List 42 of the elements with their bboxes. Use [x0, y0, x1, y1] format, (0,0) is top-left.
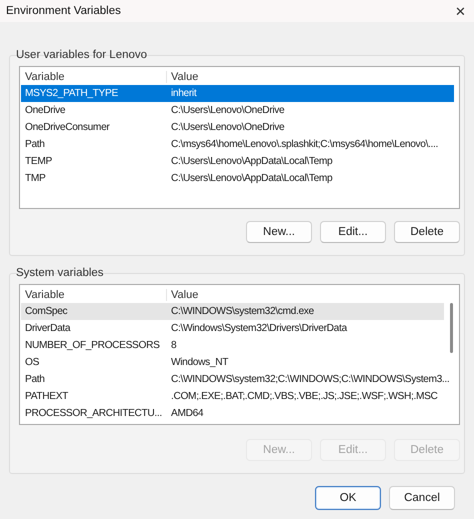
variable-name[interactable]: TEMP [21, 156, 167, 167]
variable-name[interactable]: Path [21, 139, 167, 150]
variable-value[interactable]: .COM;.EXE;.BAT;.CMD;.VBS;.VBE;.JS;.JSE;.WSF;.WSH;.MSC [167, 391, 444, 402]
variable-value[interactable]: C:\Users\Lenovo\OneDrive [167, 122, 454, 133]
variable-name[interactable]: OneDrive [21, 105, 167, 116]
variable-name[interactable]: PROCESSOR_ARCHITECTU... [21, 408, 167, 419]
push-button[interactable]: Delete [394, 221, 460, 243]
variable-name[interactable]: OneDriveConsumer [21, 122, 167, 133]
variable-name[interactable]: Path [21, 374, 167, 385]
variable-name: ComSpec [24, 306, 68, 317]
variable-value: inherit [170, 88, 198, 99]
variable-name[interactable]: TMP [21, 173, 167, 184]
variable-name[interactable]: OS [21, 357, 167, 368]
selected-row[interactable]: MSYS2_PATH_TYPE inherit [21, 85, 454, 102]
column-header[interactable]: Value [167, 70, 454, 82]
close-icon[interactable]: ✕ [455, 4, 466, 18]
variable-value[interactable]: 8 [167, 340, 444, 351]
variable-value[interactable]: C:\Users\Lenovo\AppData\Local\Temp [167, 156, 454, 167]
window-title: Environment Variables [6, 5, 121, 17]
group-title: System variables [15, 266, 105, 280]
variable-name: MSYS2_PATH_TYPE [24, 88, 119, 99]
variable-value[interactable]: AMD64 [167, 408, 444, 419]
push-button[interactable]: Cancel [389, 486, 455, 510]
variable-name[interactable]: DriverData [21, 323, 167, 334]
push-button[interactable]: OK [315, 486, 381, 510]
variable-name[interactable]: PATHEXT [21, 391, 167, 402]
variable-value[interactable]: C:\msys64\home\Lenovo\.splashkit;C:\msys64\home\Lenovo\.... [167, 139, 454, 150]
push-button[interactable]: Edit... [320, 221, 386, 243]
variable-value[interactable]: C:\Users\Lenovo\OneDrive [167, 105, 454, 116]
variable-value: C:\WINDOWS\system32\cmd.exe [170, 306, 315, 317]
variable-value[interactable]: C:\Users\Lenovo\AppData\Local\Temp [167, 173, 454, 184]
column-header[interactable]: Variable [21, 70, 167, 82]
push-button[interactable]: New... [246, 221, 312, 243]
selected-row[interactable]: ComSpec C:\WINDOWS\system32\cmd.exe [21, 303, 444, 320]
column-header[interactable]: Variable [21, 288, 167, 300]
group-title: User variables for Lenovo [15, 48, 148, 62]
scrollbar-thumb[interactable] [450, 303, 453, 353]
column-header[interactable]: Value [167, 288, 444, 300]
variable-value[interactable]: C:\Windows\System32\Drivers\DriverData [167, 323, 444, 334]
variable-name[interactable]: NUMBER_OF_PROCESSORS [21, 340, 167, 351]
variable-value[interactable]: C:\WINDOWS\system32;C:\WINDOWS;C:\WINDOWS\System3... [167, 374, 450, 385]
variable-value[interactable]: Windows_NT [167, 357, 444, 368]
